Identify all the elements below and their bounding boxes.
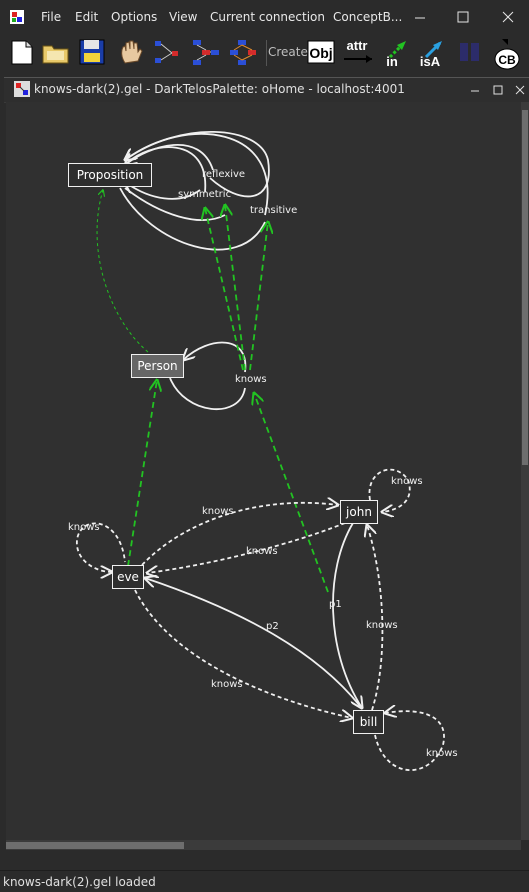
label-knows-eve-bill[interactable]: knows [211, 679, 243, 690]
bill-knows-john[interactable] [367, 525, 384, 711]
label-knows-bill-john[interactable]: knows [366, 620, 398, 631]
eve-knows-john[interactable] [141, 503, 338, 566]
label-knows-eve-self[interactable]: knows [68, 522, 100, 533]
label-p1[interactable]: p1 [329, 599, 342, 610]
label-reflexive[interactable]: reflexive [202, 169, 245, 180]
label-knows-john-eve[interactable]: knows [246, 546, 278, 557]
node-john[interactable]: john [340, 500, 378, 524]
label-transitive[interactable]: transitive [250, 205, 297, 216]
label-knows-eve-john[interactable]: knows [202, 506, 234, 517]
eve-knows-bill[interactable] [134, 589, 352, 718]
label-knows-person[interactable]: knows [235, 374, 267, 385]
p1-in-knows[interactable] [254, 393, 329, 593]
label-knows-bill-self[interactable]: knows [426, 748, 458, 759]
node-bill[interactable]: bill [353, 710, 384, 734]
node-eve[interactable]: eve [112, 565, 144, 589]
status-text: knows-dark(2).gel loaded [3, 875, 156, 889]
knows-in-symmetric[interactable] [205, 208, 244, 371]
horizontal-scrollbar-thumb[interactable] [6, 842, 184, 849]
label-symmetric[interactable]: symmetric [178, 189, 231, 200]
node-proposition[interactable]: Proposition [68, 163, 152, 187]
eve-in-person[interactable] [127, 380, 157, 567]
label-p2[interactable]: p2 [266, 621, 279, 632]
knows-in-transitive[interactable] [249, 222, 268, 371]
label-knows-john-self[interactable]: knows [391, 476, 423, 487]
bill-knows-bill[interactable] [374, 711, 445, 771]
vertical-scrollbar-thumb[interactable] [522, 110, 528, 465]
node-person[interactable]: Person [131, 354, 184, 378]
